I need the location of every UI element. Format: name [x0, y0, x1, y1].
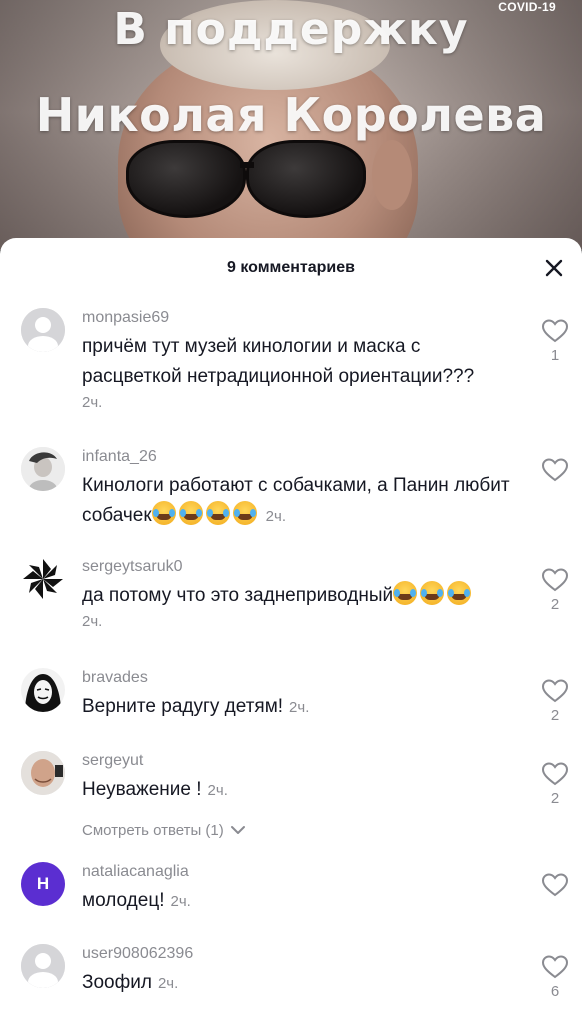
video-caption-line2: Николая Королева — [35, 88, 547, 142]
comment-text: молодец! — [82, 890, 165, 911]
comment-time: 2ч. — [170, 893, 191, 910]
face-with-tears-of-joy-icon — [420, 581, 445, 605]
user-photo-avatar — [21, 447, 65, 491]
face-with-tears-of-joy-icon — [178, 501, 203, 525]
comment-username[interactable]: user908062396 — [82, 944, 522, 964]
sunglasses-right-lens — [246, 140, 366, 218]
comment-time: 2ч. — [265, 508, 286, 525]
like-button[interactable]: 1 — [540, 318, 570, 366]
video-caption-line1: В поддержку — [113, 4, 469, 55]
comment-username[interactable]: sergeytsaruk0 — [82, 557, 522, 577]
default-avatar-icon — [21, 944, 65, 988]
close-icon[interactable] — [542, 256, 566, 280]
comment-text: Неуважение ! — [82, 779, 202, 800]
comment-username[interactable]: infanta_26 — [82, 447, 522, 467]
like-button[interactable]: 2 — [540, 567, 570, 615]
comment-username[interactable]: sergeyut — [82, 751, 522, 771]
comment-text-block: Зоофил 2ч. — [82, 968, 522, 999]
face-with-tears-of-joy-icon — [205, 501, 230, 525]
sunglasses-left-lens — [126, 140, 246, 218]
sunglasses-bridge — [240, 162, 254, 168]
comment-username[interactable]: monpasie69 — [82, 308, 522, 328]
comment-text: Зоофил — [82, 972, 152, 993]
heart-icon — [541, 873, 569, 897]
comment-time: 2ч. — [157, 975, 179, 992]
covid-badge[interactable]: COVID-19 — [498, 0, 556, 14]
heart-icon — [541, 762, 569, 786]
like-button[interactable] — [540, 872, 570, 900]
like-count: 2 — [550, 596, 560, 613]
comment-time: 2ч. — [82, 613, 103, 630]
comment-username[interactable]: bravades — [82, 668, 522, 688]
comment-text: Кинологи работают с собачками, а Панин л… — [82, 475, 510, 526]
view-replies-label: Смотреть ответы (1) — [82, 822, 224, 839]
view-replies-button[interactable]: Смотреть ответы (1) — [82, 822, 246, 839]
heart-icon — [541, 679, 569, 703]
like-count: 6 — [550, 983, 560, 1000]
comment-text: Верните радугу детям! — [82, 696, 284, 717]
like-button[interactable]: 6 — [540, 954, 570, 1002]
avatar[interactable]: Н — [21, 862, 65, 906]
sheet-header: 9 комментариев — [0, 238, 582, 298]
comment-username[interactable]: nataliacanaglia — [82, 862, 522, 882]
like-count: 2 — [550, 790, 560, 807]
avatar-letter: Н — [36, 874, 50, 893]
comments-count-title: 9 комментариев — [226, 259, 355, 276]
default-avatar-icon — [21, 308, 65, 352]
face-with-tears-of-joy-icon — [447, 581, 472, 605]
geometric-logo-avatar — [21, 557, 65, 601]
avatar[interactable] — [21, 557, 65, 601]
comment-text-block: Верните радугу детям! 2ч. — [82, 692, 522, 723]
comment-text: причём тут музей кинологии и маска с рас… — [82, 336, 475, 387]
like-button[interactable]: 2 — [540, 678, 570, 726]
face-with-tears-of-joy-icon — [393, 581, 418, 605]
like-count: 2 — [550, 707, 560, 724]
avatar[interactable] — [21, 751, 65, 795]
comment-text-block: молодец! 2ч. — [82, 886, 522, 917]
chevron-down-icon — [230, 826, 245, 834]
person-ear — [372, 140, 412, 210]
comment-time: 2ч. — [82, 394, 103, 411]
like-count: 1 — [550, 347, 560, 364]
heart-icon — [541, 319, 569, 343]
heart-icon — [541, 458, 569, 482]
comments-sheet: 9 комментариев monpasie69 причём тут муз… — [0, 238, 582, 1011]
avatar[interactable] — [21, 308, 65, 352]
comment-text-block: Кинологи работают с собачками, а Панин л… — [82, 471, 522, 532]
heart-icon — [541, 568, 569, 592]
user-photo-avatar — [21, 751, 65, 795]
comment-time: 2ч. — [289, 699, 310, 716]
like-button[interactable]: 2 — [540, 761, 570, 809]
face-with-tears-of-joy-icon — [151, 501, 176, 525]
heart-icon — [541, 955, 569, 979]
mask-avatar — [21, 668, 65, 712]
comment-text-block: да потому что это заднеприводный — [82, 581, 522, 611]
avatar[interactable] — [21, 944, 65, 988]
like-button[interactable] — [540, 457, 570, 485]
comment-text-block: Неуважение ! 2ч. — [82, 775, 522, 806]
avatar[interactable] — [21, 668, 65, 712]
video-background: В поддержку Николая Королева COVID-19 — [0, 0, 582, 250]
face-with-tears-of-joy-icon — [232, 501, 257, 525]
comment-text: да потому что это заднеприводный — [82, 585, 394, 606]
avatar[interactable] — [21, 447, 65, 491]
comment-time: 2ч. — [207, 782, 228, 799]
